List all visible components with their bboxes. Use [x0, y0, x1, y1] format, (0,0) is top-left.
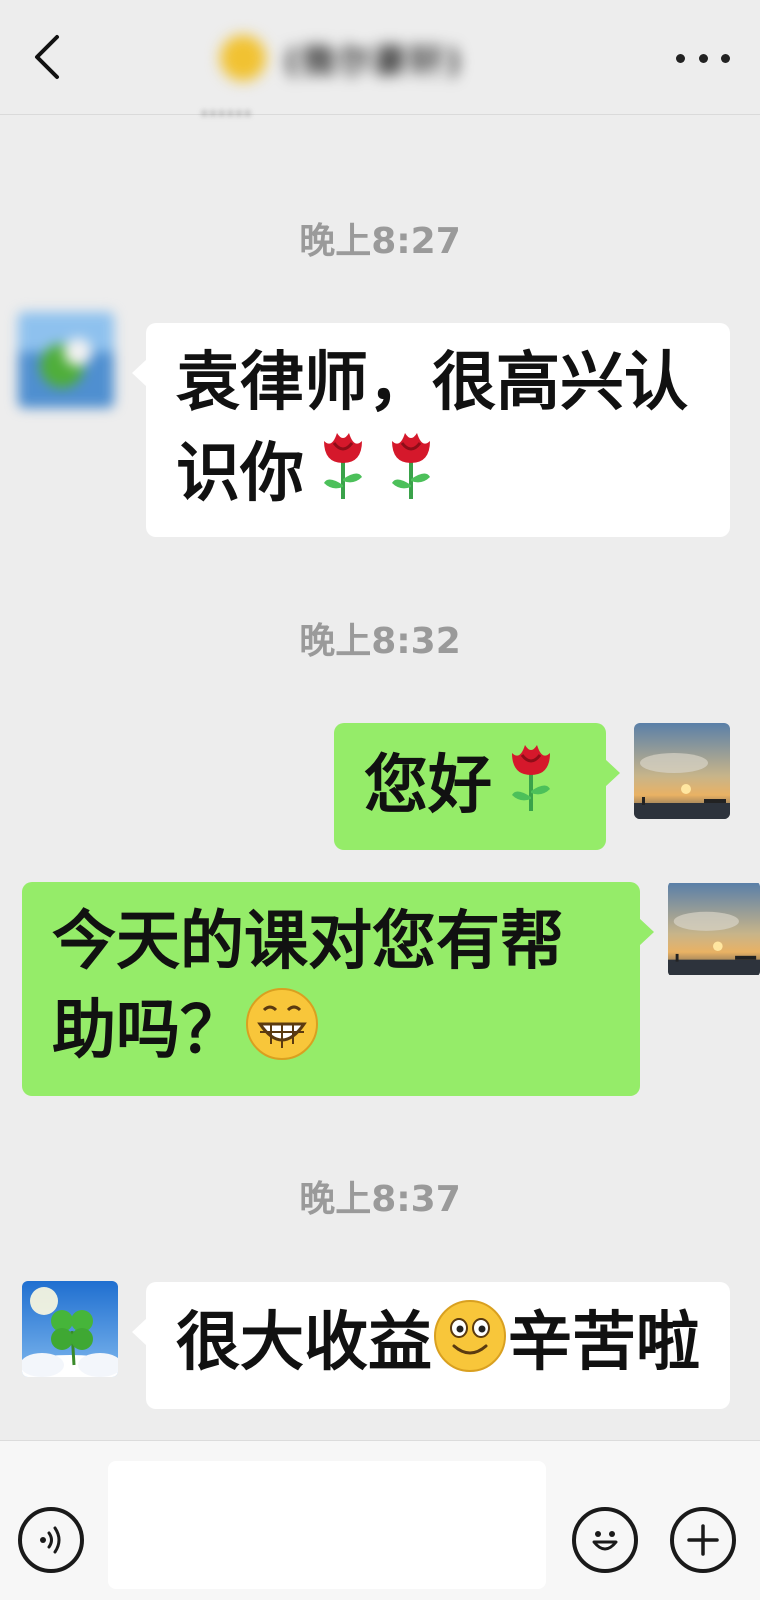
sunset-avatar-image	[668, 883, 760, 975]
message-text: 您好	[364, 749, 492, 823]
contact-avatar-image	[18, 312, 114, 408]
smile-emoji-icon	[434, 1300, 506, 1372]
message-bubble[interactable]: 今天的课对您有帮助吗？	[22, 882, 654, 1096]
timestamp: 晚上8:37	[299, 1179, 461, 1220]
more-dot	[676, 53, 685, 63]
chevron-left-icon	[35, 35, 59, 79]
my-avatar[interactable]	[668, 881, 760, 977]
plus-button[interactable]	[670, 1507, 736, 1573]
sunset-avatar-image	[634, 723, 730, 819]
more-dot	[721, 53, 730, 63]
message-bubble[interactable]: 您好	[334, 723, 620, 850]
contact-avatar[interactable]	[18, 312, 114, 408]
emoji-button[interactable]	[572, 1507, 638, 1573]
message-text: 很大收益	[176, 1306, 432, 1380]
message-input[interactable]	[108, 1461, 546, 1589]
timestamp: 晚上8:27	[299, 221, 461, 262]
plus-icon	[687, 1524, 719, 1556]
chat-title: (微尔豪轩)	[220, 30, 463, 86]
my-avatar[interactable]	[634, 723, 730, 819]
chat-title-text: (微尔豪轩)	[284, 41, 464, 82]
rose-emoji-icon	[512, 745, 550, 811]
message-bubble[interactable]: 很大收益 辛苦啦	[132, 1282, 730, 1409]
back-button[interactable]	[26, 32, 66, 82]
clover-avatar-image	[22, 1281, 118, 1377]
voice-icon	[40, 1526, 61, 1554]
rose-emoji-icon	[324, 433, 362, 500]
previous-message-peek: ……	[200, 92, 252, 122]
title-avatar	[220, 35, 266, 81]
emoji-icon	[592, 1531, 618, 1551]
contact-avatar[interactable]	[22, 1281, 118, 1377]
input-bar	[0, 1440, 760, 1600]
timestamp: 晚上8:32	[299, 621, 461, 662]
grin-emoji-icon	[246, 988, 318, 1061]
rose-emoji-icon	[392, 433, 430, 500]
message-text: 辛苦啦	[508, 1306, 700, 1380]
more-dot	[698, 53, 708, 63]
voice-button[interactable]	[18, 1507, 84, 1573]
more-button[interactable]	[676, 38, 730, 78]
message-bubble[interactable]: 袁律师，很高兴认识你	[132, 323, 730, 537]
